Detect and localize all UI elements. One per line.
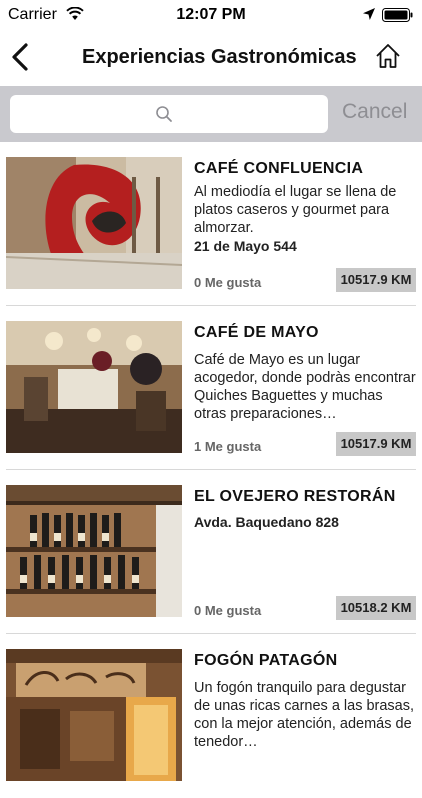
list-item[interactable]: CAFÉ DE MAYO Café de Mayo es un lugar ac… bbox=[0, 306, 422, 470]
restaurant-name: EL OVEJERO RESTORÁN bbox=[194, 488, 396, 505]
restaurant-name: CAFÉ CONFLUENCIA bbox=[194, 160, 364, 177]
distance-badge: 10517.9 KM bbox=[336, 268, 416, 292]
page-title: Experiencias Gastronómicas bbox=[82, 46, 357, 68]
restaurant-photo bbox=[6, 321, 182, 453]
likes-count[interactable]: 0 Me gusta bbox=[194, 603, 261, 618]
battery-icon bbox=[382, 8, 413, 22]
distance-badge: 10517.9 KM bbox=[336, 432, 416, 456]
restaurant-description: Al mediodía el lugar se llena de platos … bbox=[194, 184, 397, 236]
restaurant-photo bbox=[6, 157, 182, 289]
cancel-button[interactable]: Cancel bbox=[342, 100, 407, 124]
likes-count[interactable]: 1 Me gusta bbox=[194, 439, 261, 454]
restaurant-address: 21 de Mayo 544 bbox=[194, 238, 297, 254]
restaurant-photo bbox=[6, 649, 182, 781]
status-bar: Carrier 12:07 PM bbox=[0, 0, 422, 30]
chevron-left-icon[interactable] bbox=[8, 42, 32, 72]
location-arrow-icon bbox=[363, 8, 375, 20]
restaurant-name: FOGÓN PATAGÓN bbox=[194, 652, 338, 669]
list-item[interactable]: FOGÓN PATAGÓN Un fogón tranquilo para de… bbox=[0, 634, 422, 798]
search-input[interactable] bbox=[10, 95, 328, 133]
home-icon[interactable] bbox=[374, 42, 402, 70]
list-item[interactable]: CAFÉ CONFLUENCIA Al mediodía el lugar se… bbox=[0, 142, 422, 306]
restaurant-address: Avda. Baquedano 828 bbox=[194, 514, 339, 530]
list-item[interactable]: EL OVEJERO RESTORÁN Avda. Baquedano 828 … bbox=[0, 470, 422, 634]
restaurant-description: Un fogón tranquilo para degustar de unas… bbox=[194, 680, 415, 750]
likes-count[interactable]: 0 Me gusta bbox=[194, 275, 261, 290]
restaurant-name: CAFÉ DE MAYO bbox=[194, 324, 319, 341]
search-field[interactable] bbox=[10, 95, 328, 133]
restaurant-photo bbox=[6, 485, 182, 617]
distance-badge: 10518.2 KM bbox=[336, 596, 416, 620]
restaurant-description: Café de Mayo es un lugar acogedor, donde… bbox=[194, 352, 416, 422]
navigation-bar: Experiencias Gastronómicas bbox=[0, 30, 422, 86]
search-bar: Cancel bbox=[0, 86, 422, 142]
status-time: 12:07 PM bbox=[176, 6, 246, 23]
